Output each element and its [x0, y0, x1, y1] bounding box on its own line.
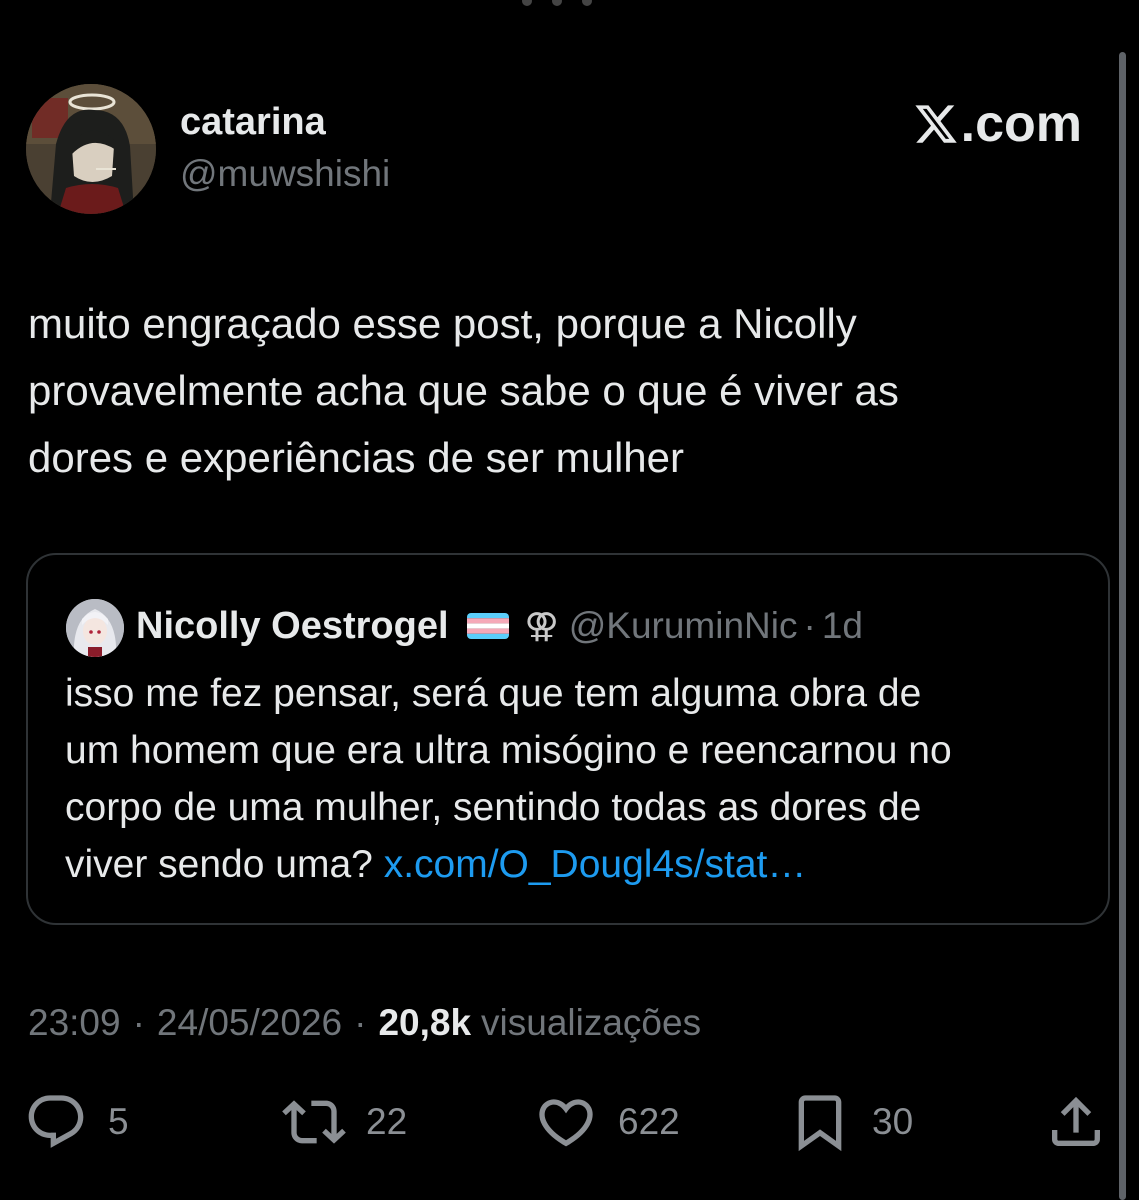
share-icon: [1052, 1096, 1100, 1146]
brand-text: .com: [960, 95, 1082, 153]
author-display-name[interactable]: catarina: [180, 100, 326, 144]
repost-count: 22: [366, 1101, 408, 1142]
like-count: 622: [618, 1101, 680, 1142]
quoted-line: corpo de uma mulher, sentindo todas as d…: [65, 786, 922, 829]
quoted-line: viver sendo uma?: [65, 843, 373, 886]
quoted-timestamp[interactable]: 1d: [822, 605, 863, 647]
bookmark-count: 30: [872, 1101, 914, 1142]
action-bar: 5 22 622 30: [0, 1090, 1139, 1154]
reply-count: 5: [108, 1101, 129, 1142]
bookmark-button[interactable]: 30: [788, 1090, 913, 1154]
edge-dot: [582, 0, 592, 6]
bookmark-icon: [798, 1095, 842, 1152]
scrollbar[interactable]: [1119, 52, 1126, 1200]
quoted-display-name[interactable]: Nicolly Oestrogel: [136, 605, 449, 648]
tweet-text: muito engraçado esse post, porque a Nico…: [28, 290, 1088, 491]
trans-flag-icon: [466, 613, 509, 639]
share-button[interactable]: [1044, 1090, 1108, 1154]
tweet-time[interactable]: 23:09: [28, 1002, 121, 1044]
views-label: visualizações: [481, 1002, 702, 1043]
quoted-link[interactable]: x.com/O_Dougl4s/stat…: [384, 843, 807, 886]
separator-dot: ·: [803, 605, 816, 646]
tweet-line: dores e experiências de ser mulher: [28, 434, 685, 481]
tweet-line: provavelmente acha que sabe o que é vive…: [28, 367, 899, 414]
repost-icon: [282, 1100, 346, 1144]
x-com-brand: .com: [913, 96, 1082, 152]
like-button[interactable]: 622: [534, 1090, 680, 1154]
quoted-tweet-header: Nicolly Oestrogel ⚢ @KuruminNic · 1d: [136, 601, 863, 651]
tweet-meta: 23:09 · 24/05/2026 · 20,8k visualizações: [28, 998, 701, 1048]
author-avatar-image: [26, 84, 156, 214]
quoted-line: isso me fez pensar, será que tem alguma …: [65, 672, 922, 715]
like-icon: [539, 1099, 593, 1147]
quoted-handle[interactable]: @KuruminNic: [569, 605, 798, 647]
double-venus-icon: ⚢: [524, 606, 559, 646]
quoted-tweet-text: isso me fez pensar, será que tem alguma …: [65, 665, 1085, 893]
author-avatar[interactable]: [26, 84, 156, 214]
reply-button[interactable]: 5: [24, 1090, 129, 1154]
edge-dot: [552, 0, 562, 6]
separator-dot: ·: [132, 1002, 145, 1043]
repost-button[interactable]: 22: [282, 1090, 407, 1154]
separator-dot: ·: [354, 1002, 367, 1043]
x-logo-icon: [915, 105, 957, 143]
quoted-tweet-card[interactable]: Nicolly Oestrogel ⚢ @KuruminNic · 1d iss…: [26, 553, 1110, 925]
tweet-line: muito engraçado esse post, porque a Nico…: [28, 300, 857, 347]
tweet-date[interactable]: 24/05/2026: [157, 1002, 342, 1044]
quoted-author-avatar[interactable]: [66, 599, 124, 657]
previous-content-edge: [0, 0, 1139, 8]
reply-icon: [28, 1095, 84, 1148]
quoted-line: um homem que era ultra misógino e reenca…: [65, 729, 952, 772]
views-count: 20,8k: [378, 1002, 472, 1043]
edge-dot: [522, 0, 532, 6]
quoted-avatar-image: [66, 599, 124, 657]
author-handle[interactable]: @muwshishi: [180, 152, 390, 196]
